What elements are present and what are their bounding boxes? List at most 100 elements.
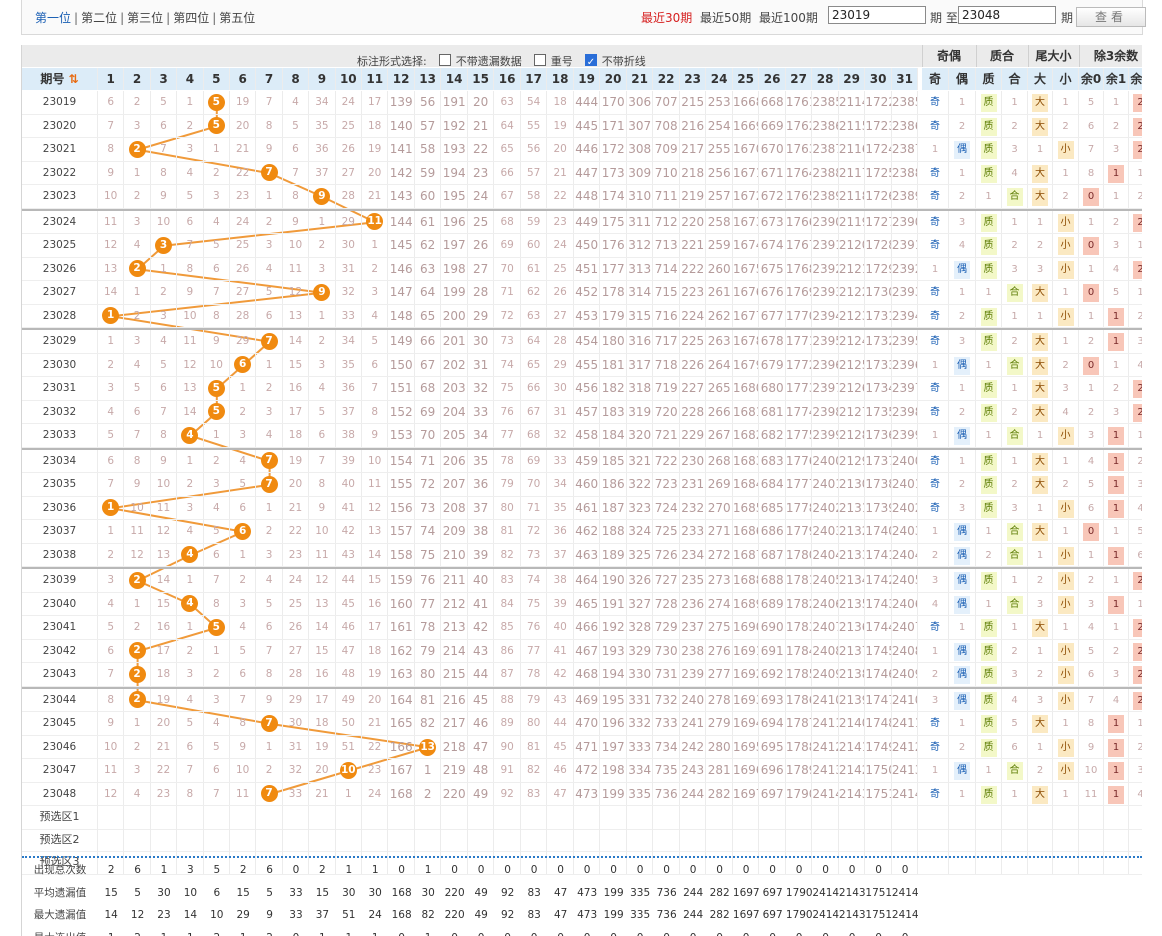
preselect-cell[interactable] [415,806,442,829]
legend-checkbox-2[interactable] [533,54,546,66]
preselect-cell[interactable] [706,806,733,829]
preselect-cell[interactable] [98,828,125,851]
preselect-cell[interactable] [521,828,548,851]
preselect-cell[interactable] [733,806,760,829]
preselect-cell[interactable] [653,806,680,829]
position-tab-5[interactable]: 第五位 [219,11,255,25]
preselect-cell[interactable] [362,806,389,829]
preselect-cell[interactable] [468,828,495,851]
preselect-cell[interactable] [976,828,1002,851]
preselect-cell[interactable] [547,828,574,851]
preselect-cell[interactable] [786,806,813,829]
preselect-cell[interactable] [547,806,574,829]
legend-checkbox-1[interactable] [438,54,451,66]
number-cell: 71 [521,496,548,519]
preselect-cell[interactable] [812,806,839,829]
preselect-cell[interactable] [839,828,866,851]
preselect-cell[interactable] [494,828,521,851]
preselect-cell[interactable] [574,806,601,829]
preselect-cell[interactable] [336,806,362,829]
preselect-cell[interactable] [922,806,949,829]
position-tab-4[interactable]: 第四位 [173,11,209,25]
preselect-cell[interactable] [309,828,336,851]
preselect-cell[interactable] [151,806,178,829]
preselect-cell[interactable] [627,828,654,851]
preselect-cell[interactable] [1104,806,1129,829]
preselect-cell[interactable] [177,806,204,829]
preselect-cell[interactable] [388,806,415,829]
position-tab-2[interactable]: 第二位 [81,11,117,25]
preselect-cell[interactable] [892,828,919,851]
preselect-cell[interactable] [1028,806,1053,829]
preselect-cell[interactable] [1129,829,1142,852]
preselect-cell[interactable] [309,806,336,829]
preselect-cell[interactable] [976,806,1002,829]
preselect-cell[interactable] [256,828,283,851]
preselect-cell[interactable] [1002,806,1028,829]
preselect-cell[interactable] [283,828,310,851]
preselect-cell[interactable] [1053,806,1079,829]
issue-column-header[interactable]: 期号 ⇅ [22,68,98,90]
preselect-cell[interactable] [949,828,976,851]
to-issue-input[interactable] [958,6,1056,24]
recent-30-link[interactable]: 最近30期 [641,9,692,26]
preselect-cell[interactable] [733,828,760,851]
view-button[interactable]: 查看 [1076,7,1146,27]
preselect-cell[interactable] [680,806,707,829]
preselect-cell[interactable] [1028,828,1053,851]
number-cell: 2 [124,257,151,280]
preselect-cell[interactable] [1053,828,1079,851]
preselect-cell[interactable] [230,828,257,851]
preselect-cell[interactable] [177,828,204,851]
preselect-cell[interactable] [521,806,548,829]
preselect-cell[interactable] [922,828,949,851]
preselect-cell[interactable] [336,828,362,851]
position-tab-3[interactable]: 第三位 [127,11,163,25]
preselect-cell[interactable] [441,806,468,829]
from-issue-input[interactable] [828,6,926,24]
recent-50-link[interactable]: 最近50期 [700,9,751,26]
preselect-cell[interactable] [204,828,230,851]
preselect-cell[interactable] [949,806,976,829]
preselect-cell[interactable] [441,828,468,851]
sort-icon[interactable]: ⇅ [64,72,79,86]
preselect-cell[interactable] [839,806,866,829]
preselect-cell[interactable] [151,828,178,851]
preselect-cell[interactable] [415,828,442,851]
preselect-cell[interactable] [124,806,151,829]
preselect-cell[interactable] [362,828,389,851]
position-tab-1[interactable]: 第一位 [35,11,71,25]
preselect-cell[interactable] [680,828,707,851]
preselect-cell[interactable] [98,806,125,829]
preselect-cell[interactable] [627,806,654,829]
preselect-cell[interactable] [600,828,627,851]
preselect-cell[interactable] [574,828,601,851]
preselect-cell[interactable] [468,806,495,829]
preselect-cell[interactable] [124,828,151,851]
preselect-cell[interactable] [759,828,786,851]
preselect-cell[interactable] [283,806,310,829]
preselect-cell[interactable] [759,806,786,829]
preselect-cell[interactable] [865,806,892,829]
preselect-cell[interactable] [204,806,230,829]
legend-checkbox-3[interactable] [584,52,597,74]
preselect-cell[interactable] [1079,828,1104,851]
preselect-cell[interactable] [812,828,839,851]
preselect-cell[interactable] [1104,828,1129,851]
preselect-cell[interactable] [1002,828,1028,851]
preselect-cell[interactable] [230,806,257,829]
preselect-cell[interactable] [1079,806,1104,829]
recent-100-link[interactable]: 最近100期 [759,9,818,26]
preselect-cell[interactable] [600,806,627,829]
preselect-cell[interactable] [706,828,733,851]
preselect-cell[interactable] [892,806,919,829]
preselect-cell[interactable] [388,828,415,851]
preselect-cell[interactable] [653,828,680,851]
number-cell: 4 [256,569,283,592]
preselect-cell[interactable] [494,806,521,829]
preselect-cell[interactable] [865,828,892,851]
preselect-cell[interactable] [786,828,813,851]
preselect-cell[interactable] [1129,806,1142,829]
preselect-cell[interactable] [256,806,283,829]
number-cell: 5 [309,400,336,423]
